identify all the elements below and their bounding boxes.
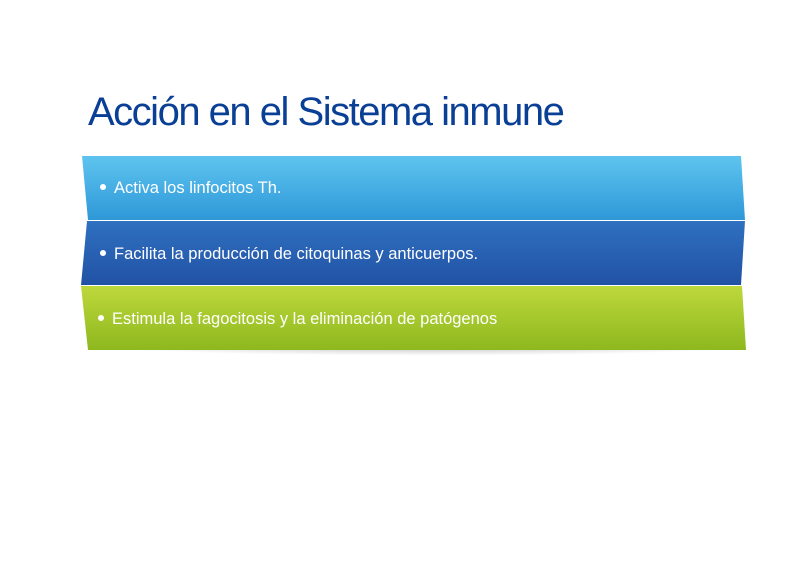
list-item-label: Activa los linfocitos Th. bbox=[114, 178, 282, 197]
list-item: Estimula la fagocitosis y la eliminación… bbox=[80, 286, 750, 352]
slide-title: Acción en el Sistema inmune bbox=[88, 90, 565, 134]
list-item-label: Facilita la producción de citoquinas y a… bbox=[114, 244, 479, 263]
slide: Acción en el Sistema inmune Activa los l… bbox=[0, 0, 812, 571]
list-item: Activa los linfocitos Th. bbox=[80, 155, 750, 221]
list-item-text: Facilita la producción de citoquinas y a… bbox=[100, 221, 478, 287]
bullet-dot bbox=[100, 184, 106, 190]
list-item: Facilita la producción de citoquinas y a… bbox=[80, 221, 750, 287]
bullet-dot bbox=[100, 250, 106, 256]
bullet-list: Activa los linfocitos Th. Facilita la pr… bbox=[80, 155, 750, 355]
list-item-text: Estimula la fagocitosis y la eliminación… bbox=[98, 286, 497, 352]
list-item-text: Activa los linfocitos Th. bbox=[100, 155, 282, 221]
list-item-label: Estimula la fagocitosis y la eliminación… bbox=[112, 309, 498, 328]
bullet-dot bbox=[98, 315, 104, 321]
